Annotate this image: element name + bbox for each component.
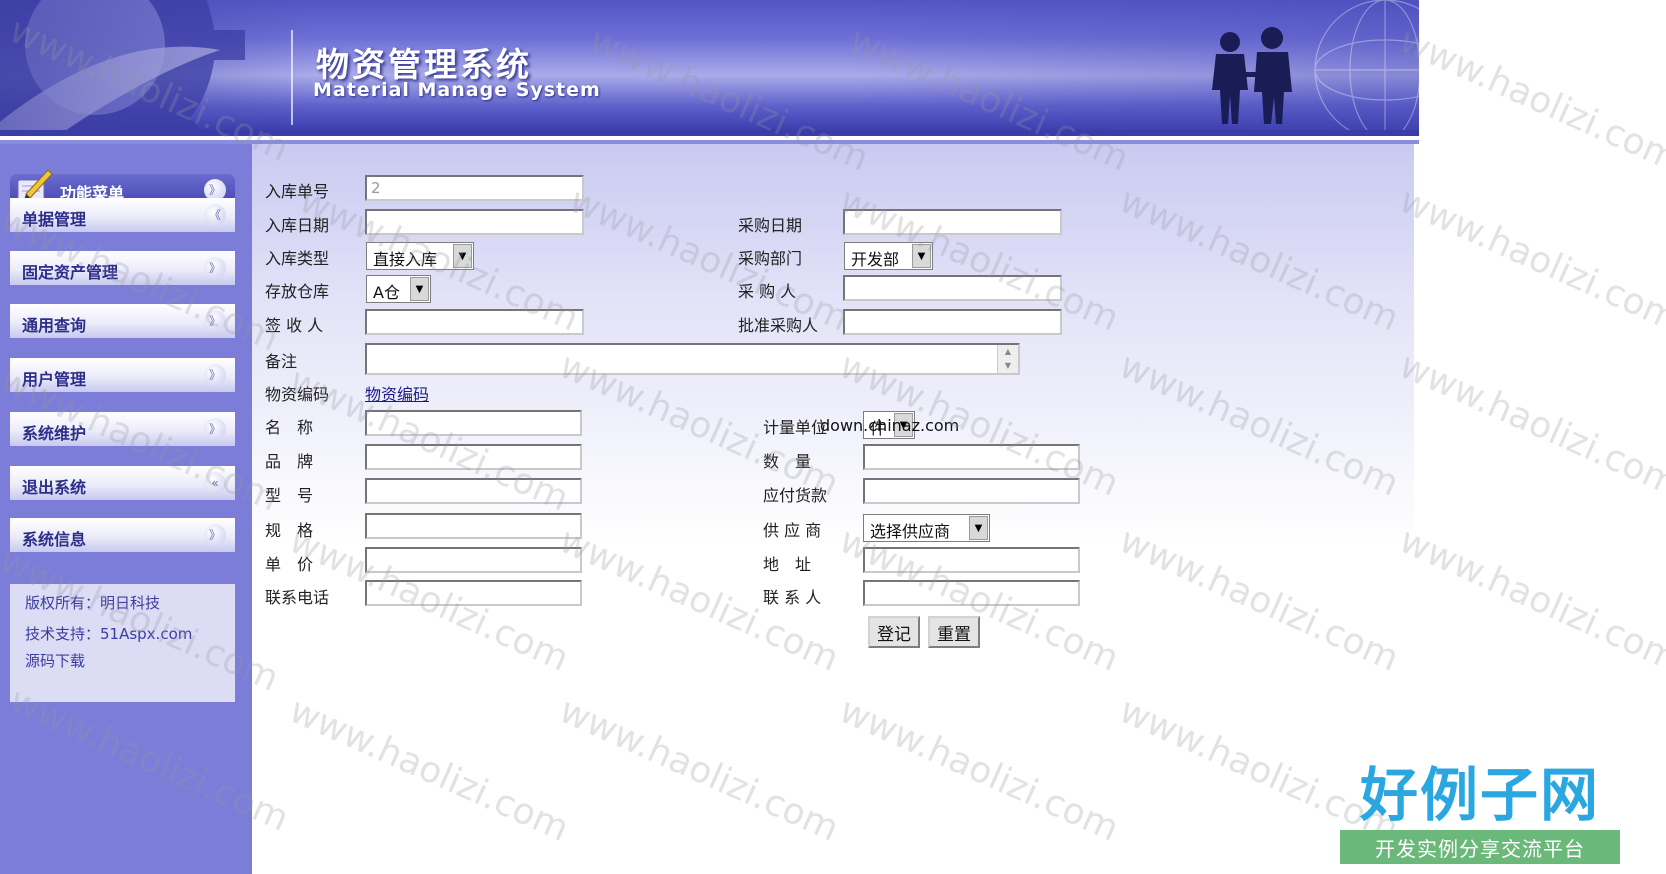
unit-price-label: 单 价 — [265, 555, 314, 574]
chevron-double-down-icon[interactable]: 》 — [204, 310, 226, 332]
brand-input[interactable] — [365, 444, 582, 470]
inbound-no-label: 入库单号 — [265, 182, 330, 201]
purchase-date-label: 采购日期 — [738, 216, 803, 235]
nav-system-info[interactable]: 系统信息 》 — [10, 518, 235, 552]
reset-button[interactable]: 重置 — [928, 616, 980, 648]
nav-exit-system[interactable]: 退出系统 « — [10, 466, 235, 500]
watermark: www.haolizi.com — [1393, 180, 1666, 340]
quantity-label: 数 量 — [763, 452, 812, 471]
unit-label: 计量单位 — [763, 418, 828, 437]
inbound-type-value: 直接入库 — [373, 250, 438, 269]
system-info-panel: 版权所有：明日科技 技术支持：51Aspx.com 源码下载 — [10, 584, 235, 702]
address-label: 地 址 — [763, 555, 812, 574]
dropdown-arrow-icon[interactable]: ▼ — [969, 516, 988, 540]
brand-slogan: 开发实例分享交流平台 — [1340, 830, 1620, 864]
haolizi-logo: 好例子网 开发实例分享交流平台 — [1340, 760, 1620, 867]
nav-exit-system-label: 退出系统 — [22, 478, 87, 497]
app-subtitle: Material Manage System — [313, 79, 601, 101]
nav-user-management-label: 用户管理 — [22, 370, 87, 389]
brand-name: 好例子网 — [1359, 761, 1600, 829]
dropdown-arrow-icon[interactable]: ▼ — [410, 277, 429, 301]
purchase-dept-value: 开发部 — [851, 250, 900, 269]
inbound-date-label: 入库日期 — [265, 216, 330, 235]
supplier-label: 供 应 商 — [763, 521, 822, 540]
watermark: www.haolizi.com — [1393, 520, 1666, 680]
remark-textarea[interactable]: ▲ ▼ — [365, 343, 1020, 375]
watermark-overlay-text: down.chinaz.com — [820, 416, 960, 435]
nav-system-maintenance[interactable]: 系统维护 》 — [10, 412, 235, 446]
supplier-select[interactable]: 选择供应商 ▼ — [863, 514, 990, 542]
inbound-date-input[interactable] — [365, 209, 584, 235]
nav-system-maintenance-label: 系统维护 — [22, 424, 87, 443]
nav-system-info-label: 系统信息 — [22, 530, 87, 549]
contact-label: 联 系 人 — [763, 588, 822, 607]
brand-label: 品 牌 — [265, 452, 314, 471]
model-label: 型 号 — [265, 486, 314, 505]
buyer-label: 采 购 人 — [738, 282, 797, 301]
banner-divider — [291, 30, 293, 125]
chevron-double-down-icon[interactable]: 》 — [204, 418, 226, 440]
name-label: 名 称 — [265, 418, 314, 437]
chevron-double-down-icon[interactable]: 》 — [204, 364, 226, 386]
payable-input[interactable] — [863, 478, 1080, 504]
nav-documents-label: 单据管理 — [22, 210, 87, 229]
copyright-text: 版权所有：明日科技 — [25, 594, 161, 612]
contact-input[interactable] — [863, 580, 1080, 606]
scroll-down-icon[interactable]: ▼ — [998, 359, 1018, 373]
register-button[interactable]: 登记 — [868, 616, 920, 648]
chevron-double-left-icon[interactable]: « — [204, 472, 226, 494]
globe-icon — [1314, 0, 1419, 130]
receiver-input[interactable] — [365, 309, 584, 335]
nav-fixed-assets[interactable]: 固定资产管理 》 — [10, 251, 235, 285]
unit-price-input[interactable] — [365, 547, 582, 573]
nav-user-management[interactable]: 用户管理 》 — [10, 358, 235, 392]
nav-general-query-label: 通用查询 — [22, 316, 87, 335]
receiver-label: 签 收 人 — [265, 316, 324, 335]
chevron-double-down-icon[interactable]: 》 — [204, 524, 226, 546]
inbound-no-input[interactable]: 2 — [365, 175, 584, 201]
address-input[interactable] — [863, 547, 1080, 573]
scroll-up-icon[interactable]: ▲ — [998, 345, 1018, 359]
material-code-label: 物资编码 — [265, 385, 330, 404]
spec-label: 规 格 — [265, 521, 314, 540]
approver-label: 批准采购人 — [738, 316, 819, 335]
nav-fixed-assets-label: 固定资产管理 — [22, 263, 119, 282]
purchase-dept-select[interactable]: 开发部 ▼ — [844, 242, 933, 270]
nav-documents[interactable]: 单据管理 《 — [10, 198, 235, 232]
chevron-double-down-icon[interactable]: 》 — [204, 257, 226, 279]
source-download-link[interactable]: 源码下载 — [25, 650, 85, 671]
inbound-type-select[interactable]: 直接入库 ▼ — [366, 242, 474, 270]
scrollbar[interactable]: ▲ ▼ — [997, 345, 1018, 373]
warehouse-label: 存放仓库 — [265, 282, 330, 301]
businessmen-icon — [1212, 27, 1292, 124]
remark-label: 备注 — [265, 352, 298, 371]
sidebar: 功能菜单 》 单据管理 《 固定资产管理 》 通用查询 》 用户管理 》 系统维… — [0, 144, 252, 874]
approver-input[interactable] — [843, 309, 1062, 335]
dropdown-arrow-icon[interactable]: ▼ — [453, 244, 472, 268]
purchase-date-input[interactable] — [843, 209, 1062, 235]
warehouse-select[interactable]: A仓 ▼ — [366, 275, 431, 303]
quantity-input[interactable] — [863, 444, 1080, 470]
phone-label: 联系电话 — [265, 588, 330, 607]
header-banner: 物资管理系统 Material Manage System — [0, 0, 1419, 130]
name-input[interactable] — [365, 410, 582, 436]
buyer-input[interactable] — [843, 275, 1062, 301]
phone-input[interactable] — [365, 580, 582, 606]
supplier-value: 选择供应商 — [870, 522, 951, 541]
material-code-link[interactable]: 物资编码 — [365, 381, 429, 405]
support-text: 技术支持：51Aspx.com — [25, 625, 193, 643]
chevron-double-up-icon[interactable]: 《 — [204, 204, 226, 226]
watermark: www.haolizi.com — [1393, 345, 1666, 505]
nav-general-query[interactable]: 通用查询 》 — [10, 304, 235, 338]
payable-label: 应付货款 — [763, 486, 828, 505]
watermark: www.haolizi.com — [1393, 20, 1666, 180]
inbound-type-label: 入库类型 — [265, 249, 330, 268]
warehouse-value: A仓 — [373, 283, 400, 302]
purchase-dept-label: 采购部门 — [738, 249, 803, 268]
dropdown-arrow-icon[interactable]: ▼ — [912, 244, 931, 268]
spec-input[interactable] — [365, 513, 582, 539]
model-input[interactable] — [365, 478, 582, 504]
